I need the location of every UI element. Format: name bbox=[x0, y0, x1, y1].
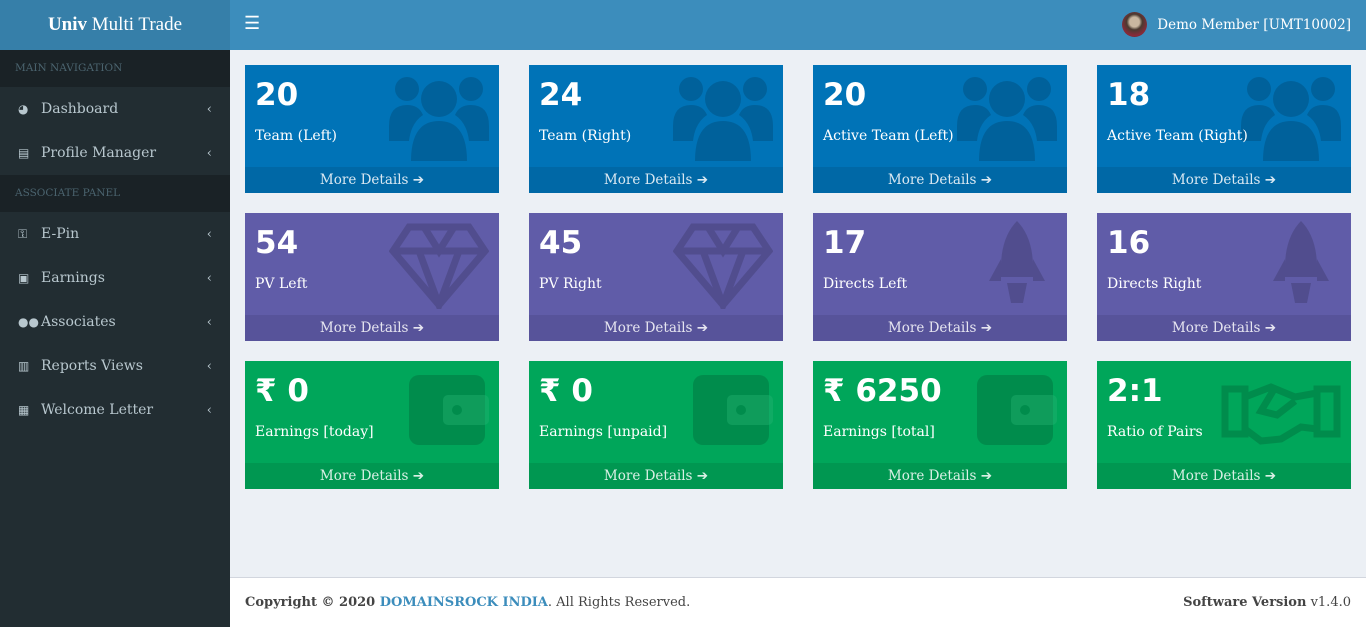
chevron-left-icon: ‹ bbox=[206, 358, 212, 374]
more-details-link[interactable]: More Details ➔ bbox=[1097, 463, 1351, 489]
stat-box-active-team-right: 18 Active Team (Right) More Details ➔ bbox=[1097, 65, 1351, 193]
stat-value: 17 bbox=[823, 225, 867, 261]
stat-value: ₹ 0 bbox=[539, 373, 593, 409]
sidebar: MAIN NAVIGATION ◕ Dashboard ‹ ▤ Profile Man… bbox=[0, 50, 230, 627]
stat-box-ratio-of-pairs: 2:1 Ratio of Pairs More Details ➔ bbox=[1097, 361, 1351, 489]
top-navbar: ☰ Demo Member [UMT10002] bbox=[230, 0, 1366, 50]
chevron-left-icon: ‹ bbox=[206, 101, 212, 117]
sidebar-item-profile-manager[interactable]: ▤ Profile Manager ‹ bbox=[0, 131, 230, 175]
more-details-link[interactable]: More Details ➔ bbox=[1097, 167, 1351, 193]
more-details-link[interactable]: More Details ➔ bbox=[529, 315, 783, 341]
more-details-link[interactable]: More Details ➔ bbox=[813, 315, 1067, 341]
stat-label: Team (Left) bbox=[255, 128, 337, 144]
stat-box-directs-right: 16 Directs Right More Details ➔ bbox=[1097, 213, 1351, 341]
stat-value: 24 bbox=[539, 77, 583, 113]
arrow-circle-right-icon: ➔ bbox=[1264, 320, 1277, 336]
stat-box-pv-left: 54 PV Left More Details ➔ bbox=[245, 213, 499, 341]
stat-label: Earnings [today] bbox=[255, 424, 374, 440]
sidebar-item-earnings[interactable]: ▣ Earnings ‹ bbox=[0, 256, 230, 300]
more-details-link[interactable]: More Details ➔ bbox=[245, 315, 499, 341]
newspaper-icon: ▦ bbox=[18, 403, 30, 417]
more-details-link[interactable]: More Details ➔ bbox=[529, 167, 783, 193]
key-icon: ⚿ bbox=[18, 226, 28, 241]
stat-label: Active Team (Left) bbox=[823, 128, 954, 144]
stat-box-directs-left: 17 Directs Left More Details ➔ bbox=[813, 213, 1067, 341]
arrow-circle-right-icon: ➔ bbox=[980, 320, 993, 336]
sidebar-item-dashboard[interactable]: ◕ Dashboard ‹ bbox=[0, 87, 230, 131]
stat-value: 18 bbox=[1107, 77, 1151, 113]
more-details-link[interactable]: More Details ➔ bbox=[245, 167, 499, 193]
stat-value: 54 bbox=[255, 225, 299, 261]
stat-label: Earnings [total] bbox=[823, 424, 935, 440]
stat-box-team-right: 24 Team (Right) More Details ➔ bbox=[529, 65, 783, 193]
more-details-link[interactable]: More Details ➔ bbox=[245, 463, 499, 489]
section-main-navigation: MAIN NAVIGATION bbox=[0, 50, 230, 87]
arrow-circle-right-icon: ➔ bbox=[1264, 468, 1277, 484]
stat-box-earnings-today: ₹ 0 Earnings [today] More Details ➔ bbox=[245, 361, 499, 489]
stat-label: Directs Right bbox=[1107, 276, 1202, 292]
stat-label: PV Right bbox=[539, 276, 602, 292]
sidebar-item-reports-views[interactable]: ▥ Reports Views ‹ bbox=[0, 344, 230, 388]
copyright: Copyright © 2020 DOMAINSROCK INDIA. All … bbox=[245, 595, 691, 610]
money-icon: ▣ bbox=[18, 271, 30, 285]
arrow-circle-right-icon: ➔ bbox=[412, 320, 425, 336]
stat-box-pv-right: 45 PV Right More Details ➔ bbox=[529, 213, 783, 341]
stat-label: Ratio of Pairs bbox=[1107, 424, 1203, 440]
stat-label: Active Team (Right) bbox=[1107, 128, 1248, 144]
stat-label: Earnings [unpaid] bbox=[539, 424, 668, 440]
id-card-icon: ▤ bbox=[18, 146, 30, 160]
arrow-circle-right-icon: ➔ bbox=[696, 320, 709, 336]
more-details-link[interactable]: More Details ➔ bbox=[1097, 315, 1351, 341]
arrow-circle-right-icon: ➔ bbox=[980, 468, 993, 484]
sidebar-item-e-pin[interactable]: ⚿ E-Pin ‹ bbox=[0, 212, 230, 256]
software-version: Software Version v1.4.0 bbox=[1183, 595, 1351, 610]
arrow-circle-right-icon: ➔ bbox=[980, 172, 993, 188]
stat-value: ₹ 6250 bbox=[823, 373, 942, 409]
stat-label: Team (Right) bbox=[539, 128, 632, 144]
arrow-circle-right-icon: ➔ bbox=[412, 468, 425, 484]
dashboard-icon: ◕ bbox=[18, 102, 29, 116]
sidebar-item-welcome-letter[interactable]: ▦ Welcome Letter ‹ bbox=[0, 388, 230, 432]
more-details-link[interactable]: More Details ➔ bbox=[813, 167, 1067, 193]
arrow-circle-right-icon: ➔ bbox=[1264, 172, 1277, 188]
arrow-circle-right-icon: ➔ bbox=[696, 172, 709, 188]
more-details-link[interactable]: More Details ➔ bbox=[529, 463, 783, 489]
stat-label: Directs Left bbox=[823, 276, 908, 292]
arrow-circle-right-icon: ➔ bbox=[696, 468, 709, 484]
chevron-left-icon: ‹ bbox=[206, 314, 212, 330]
stat-value: 2:1 bbox=[1107, 373, 1163, 409]
stat-label: PV Left bbox=[255, 276, 308, 292]
chevron-left-icon: ‹ bbox=[206, 145, 212, 161]
arrow-circle-right-icon: ➔ bbox=[412, 172, 425, 188]
user-name: Demo Member [UMT10002] bbox=[1157, 16, 1351, 33]
chevron-left-icon: ‹ bbox=[206, 402, 212, 418]
user-menu[interactable]: Demo Member [UMT10002] bbox=[1122, 12, 1351, 37]
hamburger-icon[interactable]: ☰ bbox=[244, 13, 260, 34]
stat-value: ₹ 0 bbox=[255, 373, 309, 409]
stat-box-team-left: 20 Team (Left) More Details ➔ bbox=[245, 65, 499, 193]
chevron-left-icon: ‹ bbox=[206, 226, 212, 242]
more-details-link[interactable]: More Details ➔ bbox=[813, 463, 1067, 489]
stat-box-earnings-unpaid: ₹ 0 Earnings [unpaid] More Details ➔ bbox=[529, 361, 783, 489]
footer: Copyright © 2020 DOMAINSROCK INDIA. All … bbox=[230, 577, 1366, 627]
stat-value: 16 bbox=[1107, 225, 1151, 261]
company-link[interactable]: DOMAINSROCK INDIA bbox=[380, 595, 548, 610]
chevron-left-icon: ‹ bbox=[206, 270, 212, 286]
brand-logo[interactable]: Univ Multi Trade bbox=[0, 0, 230, 50]
stat-box-earnings-total: ₹ 6250 Earnings [total] More Details ➔ bbox=[813, 361, 1067, 489]
stat-value: 45 bbox=[539, 225, 583, 261]
avatar bbox=[1122, 12, 1148, 37]
stat-value: 20 bbox=[823, 77, 867, 113]
stat-box-active-team-left: 20 Active Team (Left) More Details ➔ bbox=[813, 65, 1067, 193]
bar-chart-icon: ▥ bbox=[18, 359, 30, 373]
sidebar-item-associates[interactable]: ●● Associates ‹ bbox=[0, 300, 230, 344]
users-icon: ●● bbox=[18, 315, 39, 329]
stat-value: 20 bbox=[255, 77, 299, 113]
section-associate-panel: ASSOCIATE PANEL bbox=[0, 175, 230, 212]
